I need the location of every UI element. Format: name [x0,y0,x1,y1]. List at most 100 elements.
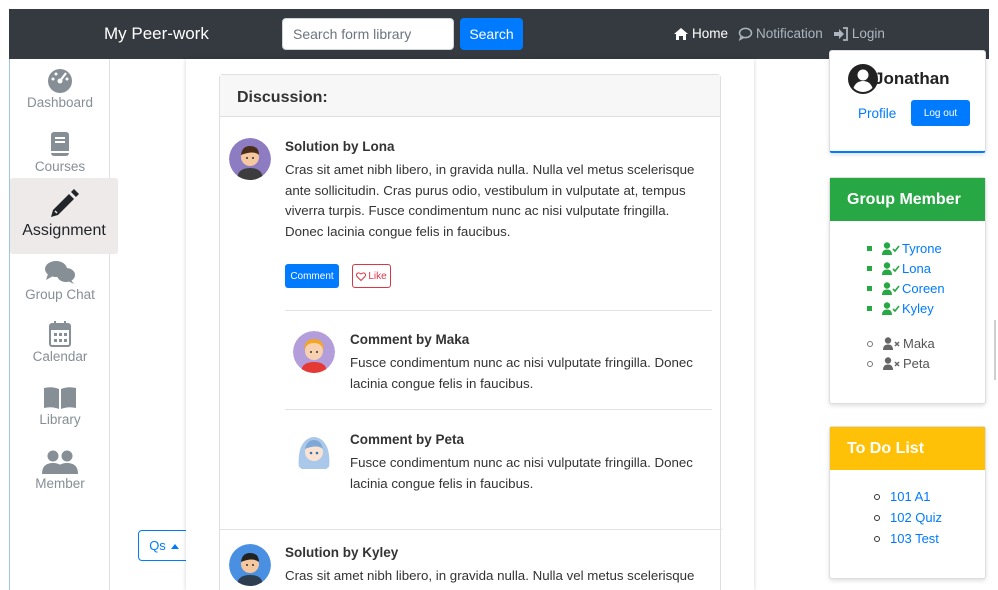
profile-link[interactable]: Profile [858,106,896,121]
sidebar-item-group-chat[interactable]: Group Chat [10,257,110,302]
post-body: Cras sit amet nibh libero, in gravida nu… [285,162,695,239]
member-name: Coreen [902,281,945,296]
member-name: Tyrone [902,241,942,256]
bullet [867,246,872,251]
nav-links: Home Notification Login [673,26,885,41]
nav-login-label: Login [851,26,885,41]
bullet [867,340,873,347]
member-name: Kyley [902,301,934,316]
logout-button[interactable]: Log out [911,100,970,126]
avatar-maka [293,331,335,373]
bullet [874,493,880,500]
sidebar-item-label: Assignment [22,222,106,239]
todo-item[interactable]: 102 Quiz [874,510,942,525]
nav-home-label: Home [692,26,729,41]
comment-title: Comment by Maka [350,332,470,347]
chat-bubbles-icon [45,261,75,284]
sidebar-item-label: Library [39,412,81,427]
user-check-icon [882,262,900,275]
bullet [874,514,880,521]
qs-dropup-button[interactable]: Qs [138,530,190,561]
divider [285,310,712,311]
sidebar-item-member[interactable]: Member [10,446,110,491]
user-check-icon [882,242,900,255]
bullet [867,266,872,271]
search-input[interactable] [282,18,454,50]
like-button[interactable]: Like [352,264,391,288]
member-name: Peta [903,356,930,371]
discussion-card: Discussion: Solution by Lona Cras sit am… [219,74,722,590]
member-item-peta[interactable]: Peta [867,356,930,371]
brand-title[interactable]: My Peer-work [104,24,209,44]
bullet [874,535,880,542]
home-icon [674,27,688,40]
page-scrollbar[interactable] [994,320,996,380]
avatar-kyley [229,544,271,586]
comment-maka: Comment by Maka Fusce condimentum nunc a… [350,332,710,394]
caret-up-icon [170,543,179,549]
search-button[interactable]: Search [460,18,523,50]
divider [285,409,712,410]
sign-in-icon [833,26,848,41]
profile-card: Jonathan Profile Log out [829,50,986,153]
comment-button[interactable]: Comment [285,264,339,288]
member-item-tyrone[interactable]: Tyrone [867,241,942,256]
avatar-peta [293,431,335,473]
group-member-title: Group Member [830,178,985,221]
post-body: Cras sit amet nibh libero, in gravida nu… [285,568,695,583]
comment-body: Fusce condimentum nunc ac nisi vulputate… [350,355,693,391]
post-solution-lona: Solution by Lona Cras sit amet nibh libe… [285,139,705,242]
todo-item[interactable]: 101 A1 [874,489,931,504]
avatar-lona [229,138,271,180]
member-item-coreen[interactable]: Coreen [867,281,945,296]
dashboard-gauge-icon [48,69,72,93]
user-check-icon [882,302,900,315]
book-icon [51,132,69,156]
nav-notification-label: Notification [756,26,823,41]
comment-peta: Comment by Peta Fusce condimentum nunc a… [350,432,710,494]
group-member-card: Group Member Tyrone Lona Coreen Kyley Ma… [829,177,986,404]
divider [220,529,722,530]
post-title: Solution by Lona [285,139,395,154]
sidebar-item-courses[interactable]: Courses [10,129,110,174]
todo-label: 101 A1 [890,489,931,504]
member-item-lona[interactable]: Lona [867,261,931,276]
nav-home-link[interactable]: Home [673,26,728,41]
post-solution-kyley: Solution by Kyley Cras sit amet nibh lib… [285,545,715,587]
todo-label: 103 Test [890,531,939,546]
comment-body: Fusce condimentum nunc ac nisi vulputate… [350,455,693,491]
post-title: Solution by Kyley [285,545,399,560]
sidebar-item-calendar[interactable]: Calendar [10,319,110,364]
users-icon [42,450,78,474]
user-times-icon [883,337,900,350]
sidebar-item-dashboard[interactable]: Dashboard [10,65,110,110]
qs-label: Qs [149,538,166,553]
member-item-maka[interactable]: Maka [867,336,935,351]
member-item-kyley[interactable]: Kyley [867,301,934,316]
nav-login-link[interactable]: Login [833,26,885,41]
todo-item[interactable]: 103 Test [874,531,939,546]
sidebar-item-assignment[interactable]: Assignment [10,178,118,254]
user-times-icon [883,357,900,370]
like-label: Like [368,270,387,282]
sidebar-item-label: Courses [34,159,86,174]
todo-label: 102 Quiz [890,510,943,525]
calendar-icon [49,321,71,347]
sidebar-item-label: Member [35,476,85,491]
profile-name: Jonathan [874,69,950,88]
sidebar-item-library[interactable]: Library [10,382,110,427]
member-name: Lona [902,261,931,276]
sidebar-item-label: Dashboard [26,95,94,110]
sidebar-item-label: Calendar [32,349,88,364]
bullet [867,286,872,291]
discussion-header: Discussion: [220,75,720,117]
member-name: Maka [903,336,935,351]
todo-title: To Do List [830,427,985,470]
todo-card: To Do List 101 A1 102 Quiz 103 Test [829,426,986,579]
sidebar-item-label: Group Chat [25,287,95,302]
main-content: Discussion: Solution by Lona Cras sit am… [186,59,754,590]
nav-notification-link[interactable]: Notification [738,26,823,41]
sidebar: Dashboard Courses Assignment Group Chat … [10,59,118,590]
bullet [867,360,873,367]
user-check-icon [882,282,900,295]
